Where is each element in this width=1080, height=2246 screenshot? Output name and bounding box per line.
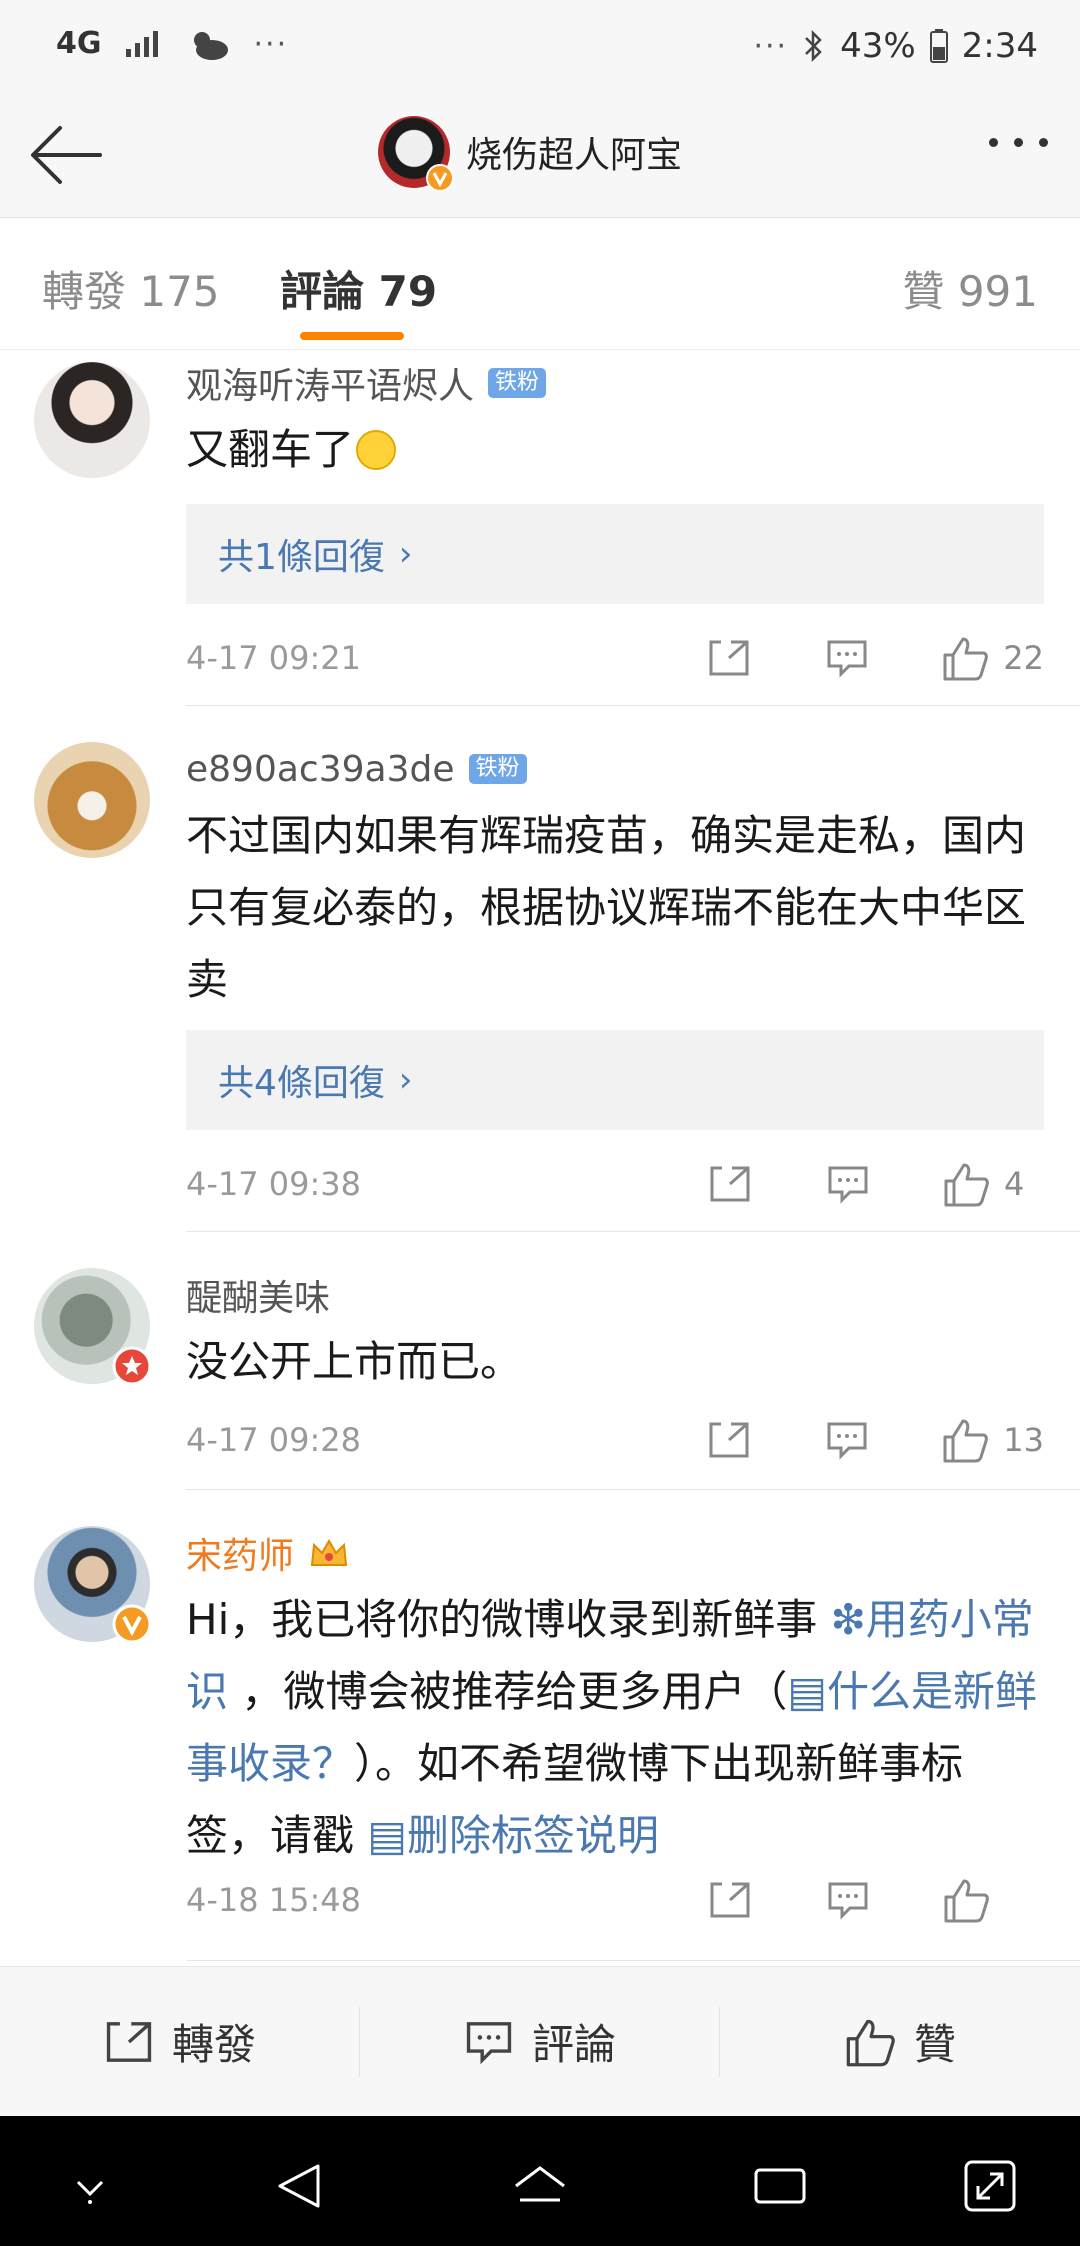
page-title: 烧伤超人阿宝 [466, 135, 683, 176]
repost-label: 轉發 [171, 2020, 256, 2069]
comment-label: 評論 [531, 2020, 616, 2069]
smile-emoji-icon [356, 430, 397, 470]
expand-nav-icon[interactable] [960, 2156, 1020, 2216]
reply-summary: 共1條回復 [218, 537, 385, 578]
like-button[interactable]: 贊 [720, 1967, 1080, 2116]
username[interactable]: 观海听涛平语烬人 [186, 357, 474, 409]
like-icon[interactable] [941, 634, 989, 682]
system-navigation-bar [0, 2116, 1080, 2246]
comment-text: 不过国内如果有辉瑞疫苗，确实是走私，国内只有复必泰的，根据协议辉瑞不能在大中华区… [186, 811, 1027, 1004]
tab-repost[interactable]: 轉發 175 [42, 258, 220, 319]
signal-icon [125, 31, 158, 57]
avatar[interactable] [34, 742, 150, 858]
text-segment: ，微博会被推荐给更多用户（ [228, 1667, 788, 1716]
comment-button[interactable]: 評論 [360, 1967, 720, 2116]
comment-icon[interactable] [824, 1160, 872, 1208]
username[interactable]: 宋药师 [186, 1527, 294, 1579]
hide-keyboard-icon[interactable] [60, 2156, 120, 2216]
tab-bar: 轉發 175 評論 79 贊 991 [0, 218, 1080, 350]
like-icon[interactable] [942, 1876, 990, 1924]
chevron-right-icon: › [398, 1060, 413, 1100]
avatar[interactable] [34, 362, 150, 478]
comment-item: 宋药师 Hi，我已将你的微博收录到新鲜事 ❇用药小常识 ，微博会被推荐给更多用户… [0, 1490, 1080, 1966]
network-indicator: 4G [56, 26, 102, 61]
comment-icon[interactable] [824, 1876, 872, 1924]
tab-comment[interactable]: 評論 79 [280, 258, 437, 319]
repost-button[interactable]: 轉發 [0, 1967, 360, 2116]
back-arrow-icon [31, 126, 102, 184]
avatar[interactable] [34, 1268, 152, 1386]
comment-icon [466, 2021, 512, 2064]
like-count: 4 [1004, 1165, 1025, 1203]
clock: 2:34 [961, 26, 1038, 66]
bottom-action-bar: 轉發 評論 贊 [0, 1966, 1080, 2116]
repost-icon [106, 2021, 152, 2062]
username[interactable]: 醍醐美味 [186, 1269, 330, 1321]
avatar[interactable] [378, 116, 454, 192]
fan-badge: 铁粉 [488, 367, 547, 399]
view-replies-button[interactable]: 共4條回復 › [186, 1030, 1044, 1130]
active-tab-indicator [300, 332, 404, 340]
comment-item: e890ac39a3de 铁粉 不过国内如果有辉瑞疫苗，确实是走私，国内只有复必… [0, 706, 1080, 1232]
notification-dots: ··· [253, 26, 289, 62]
comment-time: 4-18 15:48 [186, 1881, 362, 1919]
share-icon[interactable] [705, 1416, 753, 1464]
comment-time: 4-17 09:21 [186, 639, 362, 677]
bluetooth-icon [805, 29, 822, 63]
comment-time: 4-17 09:28 [186, 1421, 362, 1459]
verified-badge-icon [112, 1604, 152, 1644]
like-label: 贊 [913, 2020, 956, 2069]
tab-like[interactable]: 贊 991 [902, 258, 1038, 319]
battery-icon [929, 29, 948, 63]
comment-time: 4-17 09:38 [186, 1165, 362, 1203]
fan-badge: 铁粉 [468, 753, 527, 785]
like-count: 13 [1003, 1421, 1044, 1459]
home-nav-icon[interactable] [510, 2156, 570, 2216]
like-icon[interactable] [942, 1160, 990, 1208]
back-nav-icon[interactable] [270, 2156, 330, 2216]
share-icon[interactable] [706, 1160, 754, 1208]
comment-text: 又翻车了 [186, 414, 1044, 486]
weather-icon [193, 32, 228, 60]
view-replies-button[interactable]: 共1條回復 › [186, 504, 1044, 604]
share-icon[interactable] [706, 1876, 754, 1924]
status-dots: ··· [753, 28, 789, 64]
comment-icon[interactable] [823, 1416, 871, 1464]
share-icon[interactable] [705, 634, 753, 682]
avatar[interactable] [34, 1526, 152, 1644]
chevron-right-icon: › [398, 534, 413, 574]
back-button[interactable] [28, 122, 104, 188]
comment-text: Hi，我已将你的微博收录到新鲜事 ❇用药小常识 ，微博会被推荐给更多用户（▤什么… [186, 1584, 1044, 1872]
battery-percent: 43% [840, 26, 916, 66]
like-icon[interactable] [941, 1416, 989, 1464]
text-segment: Hi，我已将你的微博收录到新鲜事 [186, 1595, 831, 1644]
more-options-icon[interactable] [989, 138, 1048, 147]
profile-header[interactable]: 烧伤超人阿宝 [378, 116, 683, 192]
divider [186, 1960, 1080, 1961]
like-count: 22 [1003, 639, 1044, 677]
crown-icon [310, 1539, 348, 1566]
comment-item: 观海听涛平语烬人 铁粉 又翻车了 共1條回復 › 4-17 09:21 22 [0, 350, 1080, 706]
like-icon [846, 2019, 895, 2066]
remove-tag-link[interactable]: ▤删除标签说明 [367, 1811, 659, 1860]
recents-nav-icon[interactable] [750, 2156, 810, 2216]
comment-text: 没公开上市而已。 [186, 1337, 523, 1386]
member-badge-icon [112, 1346, 152, 1386]
comment-text-content: 又翻车了 [186, 425, 355, 474]
username[interactable]: e890ac39a3de [186, 749, 455, 790]
top-header: 烧伤超人阿宝 [0, 92, 1080, 218]
comment-icon[interactable] [823, 634, 871, 682]
status-bar: 4G ··· ··· 43% 2:34 [0, 0, 1080, 92]
reply-summary: 共4條回復 [218, 1063, 385, 1104]
comment-item: 醍醐美味 没公开上市而已。 4-17 09:28 13 [0, 1232, 1080, 1490]
verified-badge-icon [426, 164, 454, 192]
